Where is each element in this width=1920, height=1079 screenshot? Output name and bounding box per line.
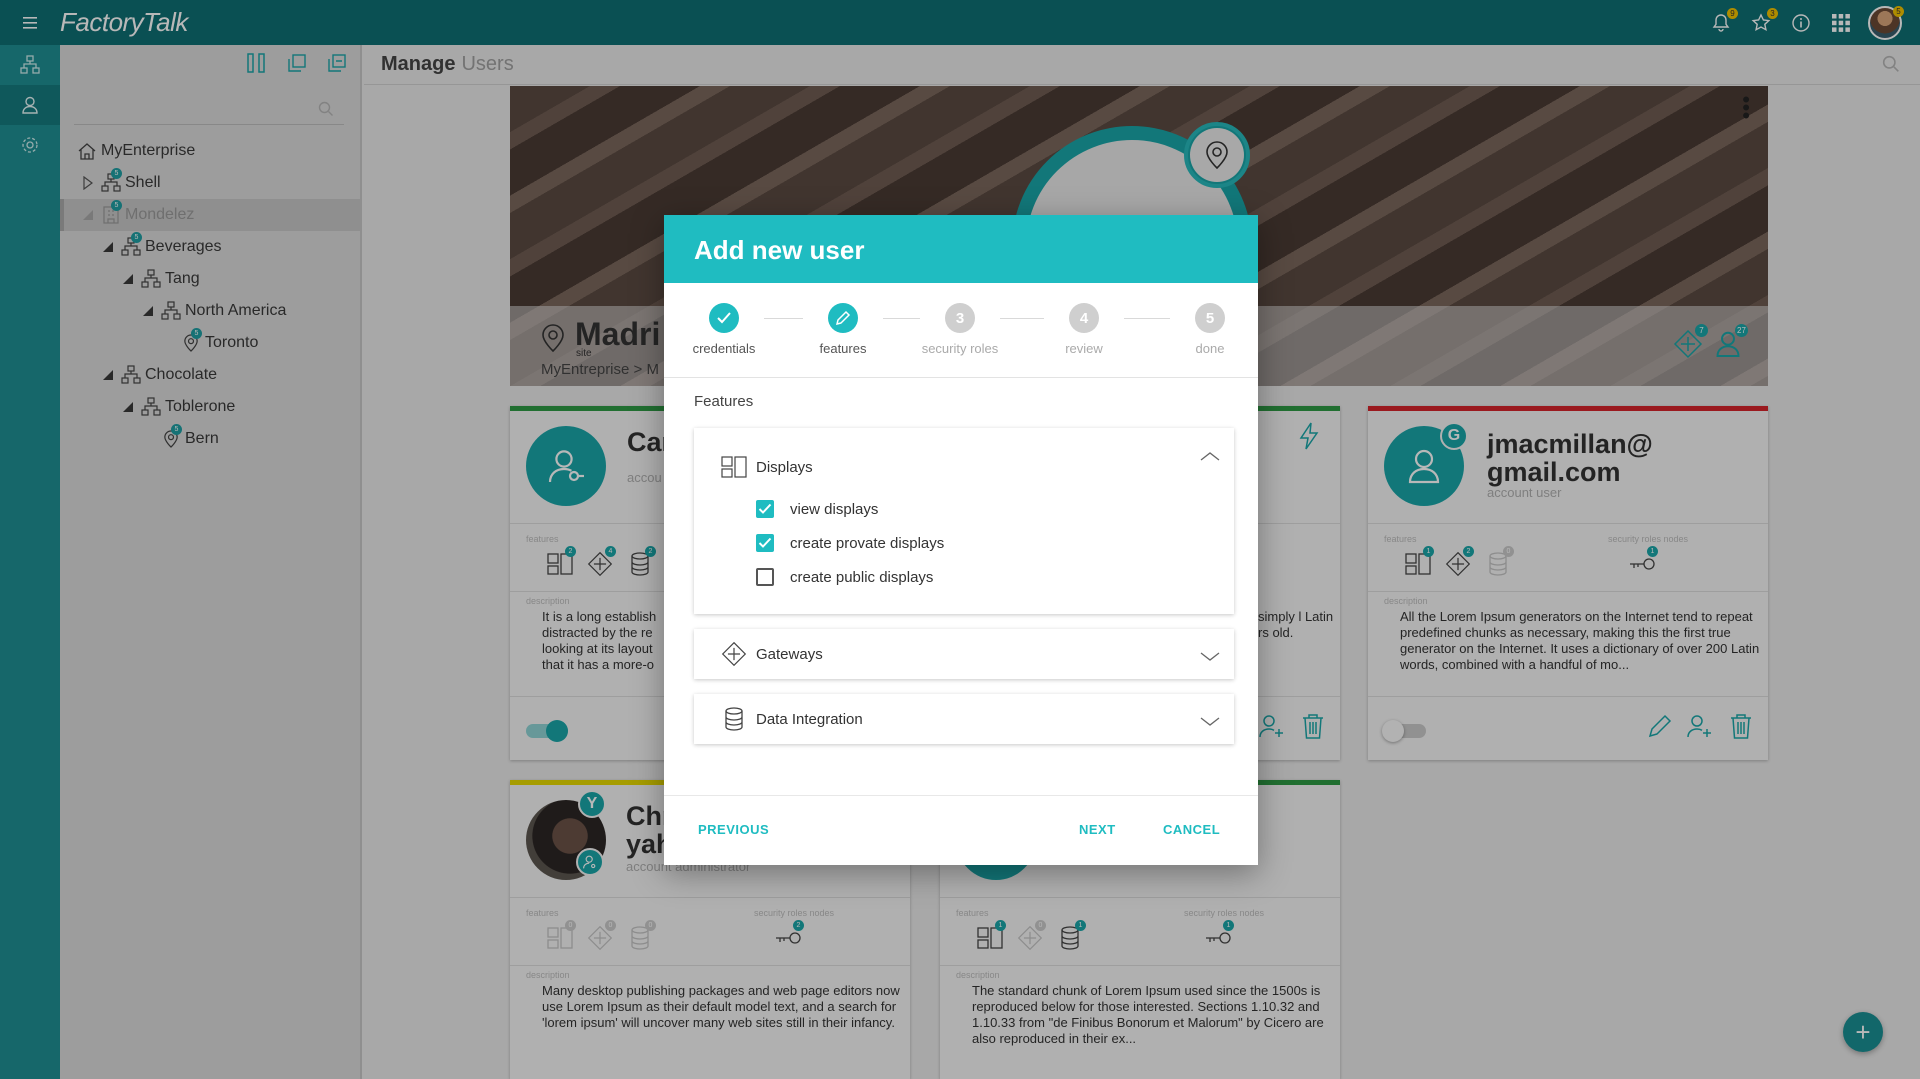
step-label: credentials <box>692 341 756 356</box>
data-integration-panel-header[interactable]: Data Integration <box>694 694 1234 744</box>
gateways-panel-label: Gateways <box>756 645 823 663</box>
gateways-panel-header[interactable]: Gateways <box>694 629 1234 679</box>
option-label: view displays <box>790 500 879 518</box>
wizard-step-credentials[interactable]: credentials <box>674 303 774 356</box>
dialog-footer: PREVIOUS NEXT CANCEL <box>664 795 1258 865</box>
wizard-step-done[interactable]: 5 done <box>1160 303 1260 356</box>
step-number: 5 <box>1195 303 1225 333</box>
step-label: done <box>1195 341 1225 356</box>
chevron-down-icon[interactable] <box>1200 714 1220 731</box>
check-icon <box>709 303 739 333</box>
previous-button[interactable]: PREVIOUS <box>698 822 769 837</box>
option-label: create provate displays <box>790 534 945 552</box>
displays-panel-label: Displays <box>756 458 813 476</box>
step-number: 3 <box>945 303 975 333</box>
step-number: 4 <box>1069 303 1099 333</box>
displays-icon <box>720 453 748 481</box>
displays-option[interactable]: create public displays <box>694 560 1234 594</box>
option-label: create public displays <box>790 568 934 586</box>
displays-option[interactable]: view displays <box>694 492 1234 526</box>
chevron-down-icon[interactable] <box>1200 649 1220 666</box>
wizard-step-review[interactable]: 4 review <box>1034 303 1134 356</box>
cancel-button[interactable]: CANCEL <box>1163 822 1220 837</box>
add-user-dialog: Add new user credentials features 3 securit… <box>664 215 1258 865</box>
checkbox-checked[interactable] <box>756 500 774 518</box>
displays-panel: Displays view displays create provate dis… <box>694 428 1234 614</box>
data-integration-panel-label: Data Integration <box>756 710 863 728</box>
displays-panel-header[interactable]: Displays <box>694 428 1234 492</box>
next-button[interactable]: NEXT <box>1079 822 1116 837</box>
data-integration-icon <box>720 705 748 733</box>
chevron-up-icon[interactable] <box>1200 448 1220 465</box>
checkbox-unchecked[interactable] <box>756 568 774 586</box>
pencil-icon <box>828 303 858 333</box>
wizard-step-features[interactable]: features <box>793 303 893 356</box>
wizard-stepper: credentials features 3 security roles 4 revie… <box>664 283 1258 378</box>
wizard-step-security-roles[interactable]: 3 security roles <box>910 303 1010 356</box>
checkbox-checked[interactable] <box>756 534 774 552</box>
step-label: features <box>819 341 867 356</box>
section-label: Features <box>694 393 754 410</box>
gateways-panel[interactable]: Gateways <box>694 629 1234 679</box>
gateways-icon <box>720 640 748 668</box>
step-label: review <box>1065 341 1103 356</box>
displays-option[interactable]: create provate displays <box>694 526 1234 560</box>
data-integration-panel[interactable]: Data Integration <box>694 694 1234 744</box>
step-label: security roles <box>921 341 999 356</box>
dialog-title: Add new user <box>664 215 1258 283</box>
